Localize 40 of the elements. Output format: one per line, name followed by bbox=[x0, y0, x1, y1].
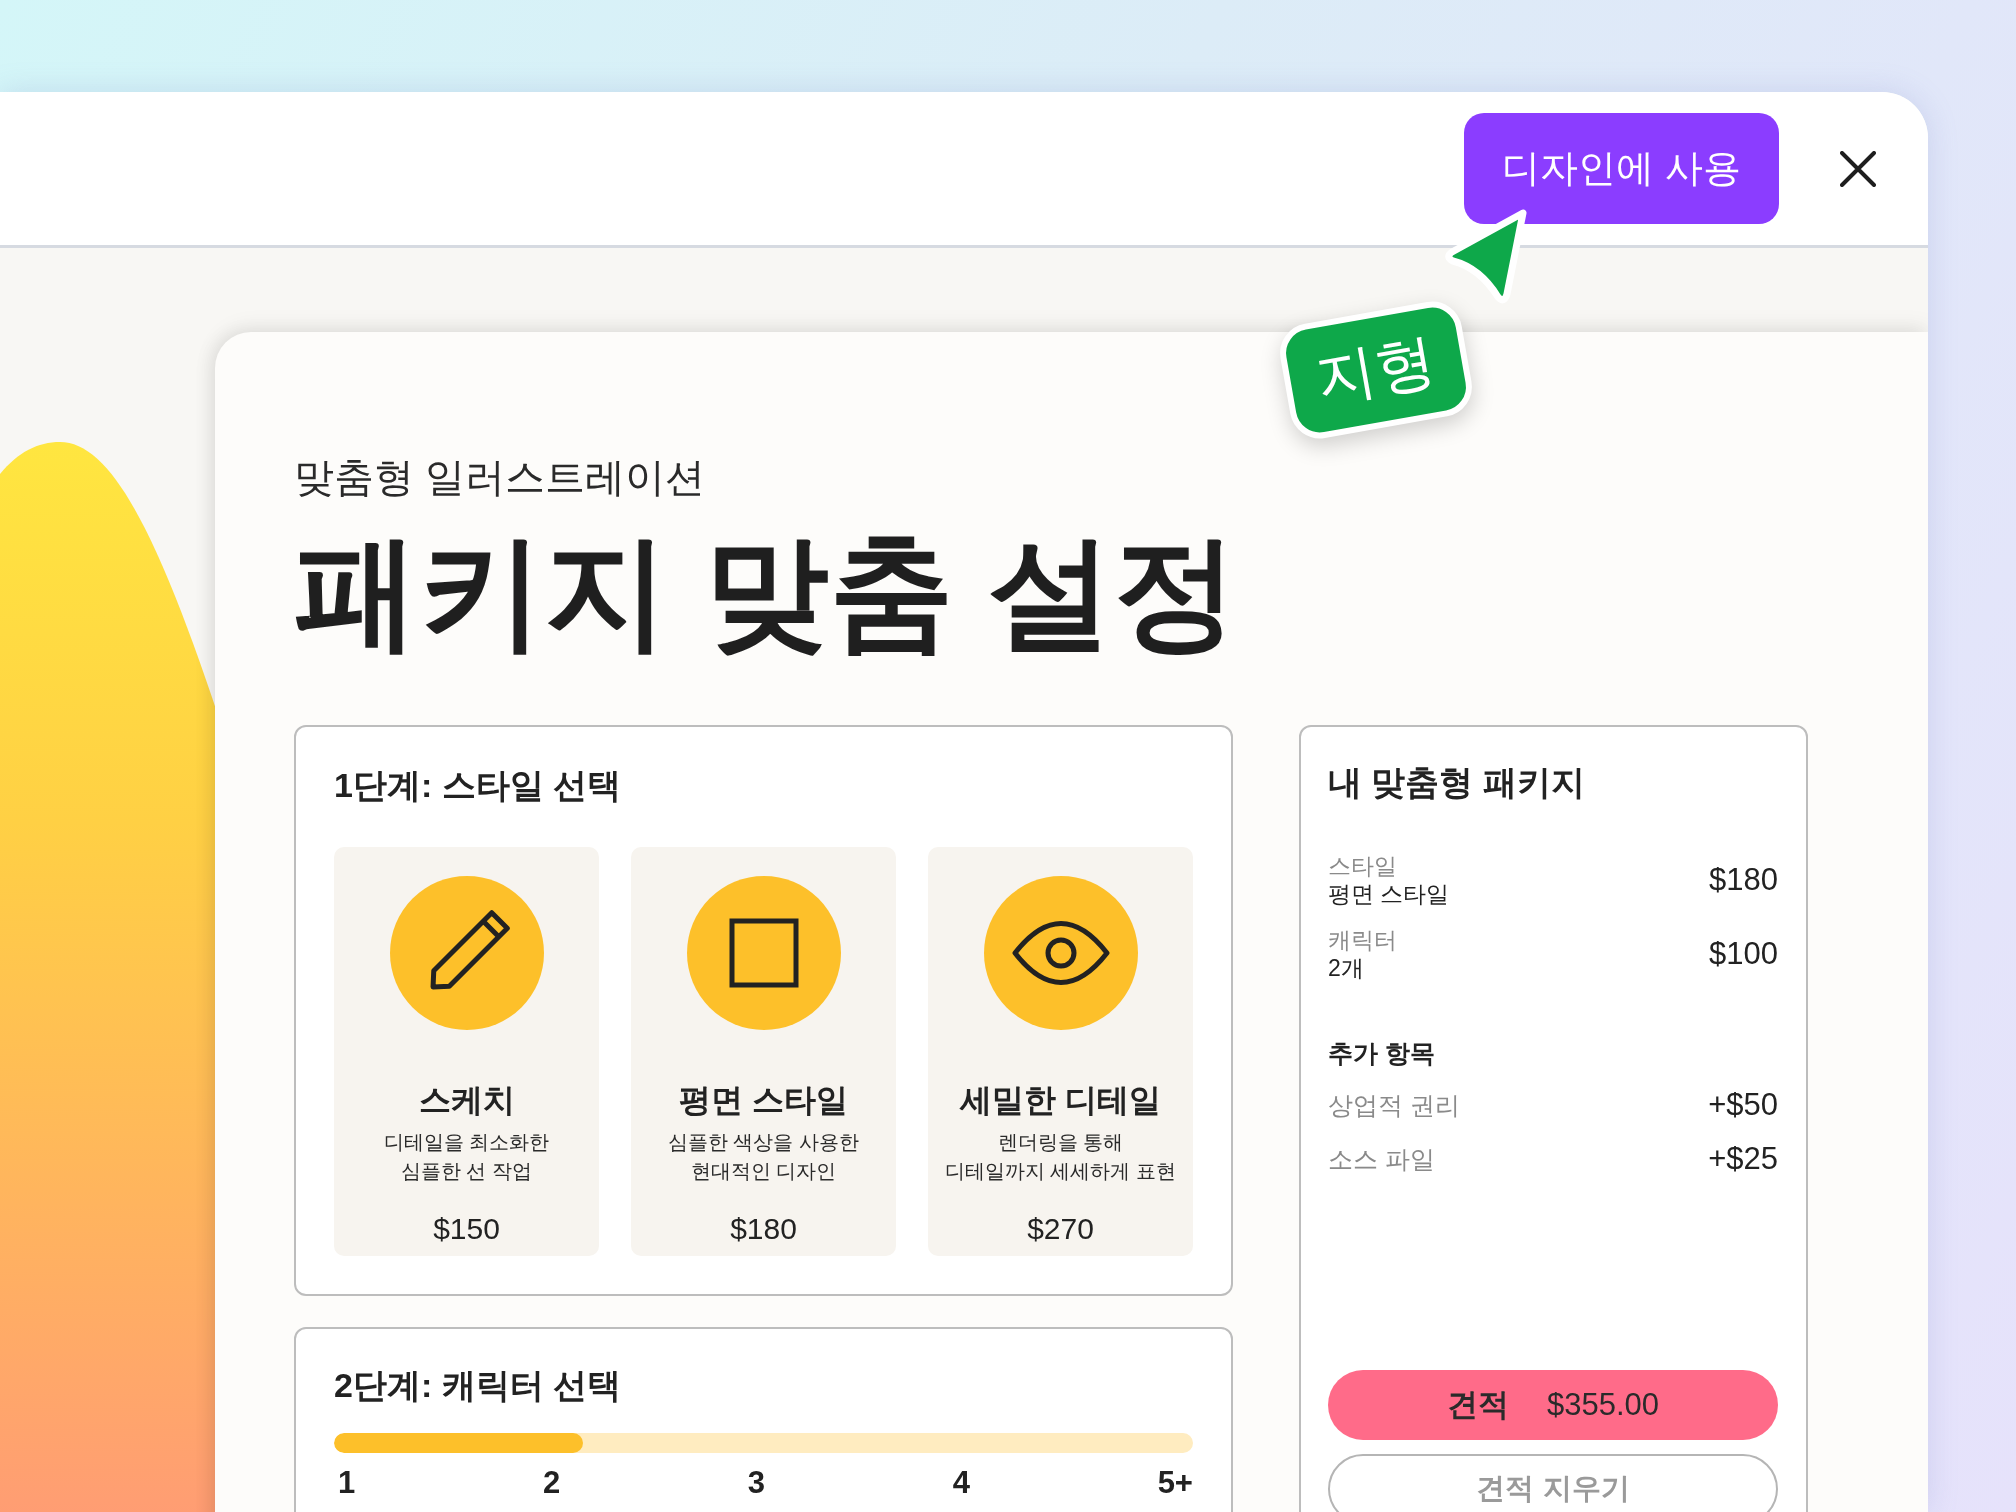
step-heading: 2단계: 캐릭터 선택 bbox=[334, 1365, 623, 1406]
summary-label: 캐릭터 bbox=[1328, 926, 1397, 954]
slider-tick-label: 4 bbox=[952, 1464, 970, 1502]
summary-price: $100 bbox=[1709, 936, 1778, 972]
page-subtitle: 맞춤형 일러스트레이션 bbox=[294, 454, 707, 501]
style-option-card[interactable]: 평면 스타일 심플한 색상을 사용한 현대적인 디자인 $180 bbox=[631, 847, 896, 1256]
slider-tick-label: 2 bbox=[542, 1464, 561, 1502]
option-name: 스케치 bbox=[418, 1081, 515, 1120]
summary-value: 평면 스타일 bbox=[1328, 880, 1450, 908]
slider-tick-label: 3 bbox=[747, 1464, 766, 1502]
option-price: $270 bbox=[1027, 1211, 1094, 1247]
page-title: 패키지 맞춤 설정 bbox=[294, 521, 1240, 663]
extra-label: 상업적 권리 bbox=[1328, 1090, 1460, 1121]
pencil-icon bbox=[389, 876, 544, 1030]
option-description: 렌더링을 통해 디테일까지 세세하게 표현 bbox=[944, 1130, 1177, 1184]
summary-heading: 내 맞춤형 패키지 bbox=[1328, 762, 1586, 803]
quote-button[interactable]: 견적 $355.00 bbox=[1328, 1370, 1778, 1440]
option-price: $150 bbox=[433, 1211, 500, 1247]
summary-value: 2개 bbox=[1328, 954, 1365, 982]
extra-price: +$50 bbox=[1708, 1087, 1778, 1123]
use-in-design-button[interactable]: 디자인에 사용 bbox=[1464, 113, 1779, 224]
extra-price: +$25 bbox=[1708, 1141, 1778, 1177]
step-heading: 1단계: 스타일 선택 bbox=[334, 765, 623, 806]
slider-tick-label: 5+ bbox=[1157, 1464, 1193, 1502]
option-name: 평면 스타일 bbox=[679, 1081, 848, 1120]
slider-track[interactable] bbox=[334, 1433, 1193, 1453]
option-name: 세밀한 디테일 bbox=[960, 1081, 1161, 1120]
style-option-card[interactable]: 세밀한 디테일 렌더링을 통해 디테일까지 세세하게 표현 $270 bbox=[928, 847, 1193, 1256]
summary-label: 스타일 bbox=[1328, 852, 1398, 880]
eye-icon bbox=[983, 876, 1138, 1030]
extras-heading: 추가 항목 bbox=[1328, 1038, 1436, 1069]
slider-tick-label: 1 bbox=[338, 1464, 356, 1502]
close-icon[interactable] bbox=[1840, 150, 1876, 187]
slider-fill[interactable] bbox=[334, 1433, 584, 1453]
option-description: 심플한 색상을 사용한 현대적인 디자인 bbox=[667, 1130, 860, 1184]
option-price: $180 bbox=[730, 1211, 797, 1247]
extra-label: 소스 파일 bbox=[1328, 1144, 1435, 1175]
style-option-card[interactable]: 스케치 디테일을 최소화한 심플한 선 작업 $150 bbox=[334, 847, 599, 1256]
summary-price: $180 bbox=[1709, 862, 1778, 898]
option-description: 디테일을 최소화한 심플한 선 작업 bbox=[383, 1130, 550, 1184]
